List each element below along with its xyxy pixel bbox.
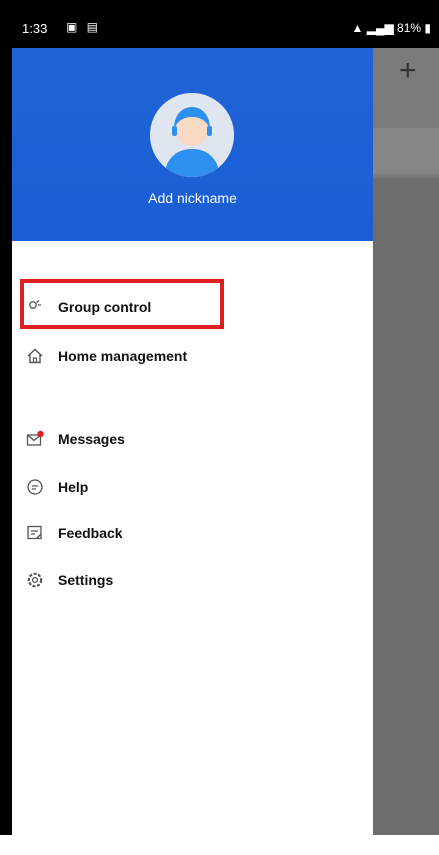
messages-icon [26,430,44,448]
menu-item-messages[interactable]: Messages [26,423,125,455]
phone-screen: + 1:33 ▣ ▤ ▲ ▂▄▆ 81% ▮ Add nickname Grou… [12,10,439,845]
settings-icon [26,571,44,589]
menu-item-label: Home management [58,348,188,364]
avatar-icon [150,93,234,177]
help-icon [26,478,44,496]
feedback-icon [26,524,44,542]
menu-item-help[interactable]: Help [26,471,88,503]
status-bar: 1:33 ▣ ▤ ▲ ▂▄▆ 81% ▮ [12,10,439,48]
battery-indicator: ▲ ▂▄▆ 81% ▮ [352,21,431,35]
notification-icons: ▣ ▤ [66,20,102,34]
menu-item-feedback[interactable]: Feedback [26,517,123,549]
menu-item-home-management[interactable]: Home management [26,340,187,372]
menu-item-label: Feedback [58,525,123,541]
add-nickname-link[interactable]: Add nickname [12,190,373,206]
menu-item-label: Help [58,479,89,495]
status-time: 1:33 [22,21,48,36]
home-icon [26,347,44,365]
background-screen-bar [373,128,439,174]
highlight-box [20,279,224,329]
avatar[interactable] [150,93,234,177]
battery-icon: ▮ [421,21,431,35]
profile-header: Add nickname [12,48,373,241]
battery-percent: 81% [397,21,422,35]
add-button[interactable]: + [399,54,417,88]
menu-item-label: Messages [58,431,125,447]
bottom-strip [0,835,439,855]
signal-icon: ▲ ▂▄▆ [351,21,398,35]
menu-item-label: Settings [58,572,114,588]
navigation-drawer: Add nickname Group control Home manageme… [12,48,373,845]
menu-item-settings[interactable]: Settings [26,564,113,596]
